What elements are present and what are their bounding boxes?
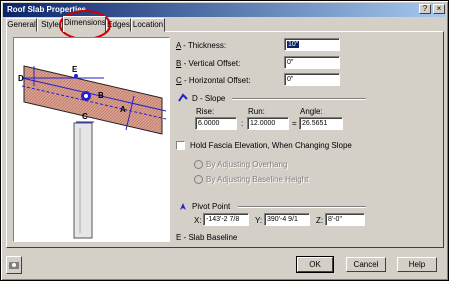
hold-fascia-checkbox[interactable] [176,141,185,150]
pivot-y-value: 390'-4 9/1 [267,216,298,223]
adjust-baseline-radio[interactable] [194,175,203,184]
label-e: E [72,65,78,74]
adjust-overhang-label: By Adjusting Overhang [206,160,288,169]
vertical-offset-label: B - Vertical Offset: [176,59,240,68]
rise-value: 6.0000 [198,120,220,127]
slope-title: D - Slope [192,94,226,103]
style-manager-icon [9,262,19,269]
style-manager-button[interactable] [6,256,22,274]
tab-location-label: Location [132,20,164,29]
pivot-z-value: 8'-0" [328,216,342,223]
angle-label: Angle: [300,107,323,116]
pivot-x-field[interactable]: -143'-2 7/8 [203,213,249,226]
colon-separator: : [241,119,244,128]
slope-separator [232,98,366,100]
angle-value: 26.5651 [302,120,328,127]
tab-general-label: General [7,20,36,29]
horizontal-offset-label: C - Horizontal Offset: [176,76,251,85]
help-title-button[interactable]: ? [419,4,431,14]
label-a: A [120,105,126,114]
slab-baseline-label: E - Slab Baseline [176,233,238,242]
slope-icon [178,93,188,102]
label-c: C [82,112,88,121]
adjust-overhang-radio[interactable] [194,160,203,169]
thickness-field[interactable]: 10" [284,38,340,51]
equals-separator: = [292,119,297,128]
cancel-button[interactable]: Cancel [346,257,386,272]
adjust-baseline-label: By Adjusting Baseline Height [206,175,309,184]
rise-field[interactable]: 6.0000 [195,117,237,130]
label-d: D [18,74,24,83]
close-glyph: × [436,4,442,13]
pivot-y-field[interactable]: 390'-4 9/1 [264,213,310,226]
hold-fascia-label: Hold Fascia Elevation, When Changing Slo… [190,141,352,150]
thickness-label-text: - Thickness: [180,41,227,50]
help-glyph: ? [422,4,428,13]
run-field[interactable]: 12.0000 [247,117,289,130]
pivot-x-value: -143'-2 7/8 [206,216,240,223]
thickness-value: 10" [287,41,300,48]
pivot-z-field[interactable]: 8'-0" [325,213,365,226]
support-column [73,122,93,239]
roof-slab-diagram: D E B A C [18,65,167,239]
tab-location[interactable]: Location [131,18,165,32]
tab-dimensions-label: Dimensions [64,18,106,27]
help-button[interactable]: Help [397,257,437,272]
horizontal-offset-value: 0" [287,76,294,83]
tab-dimensions[interactable]: Dimensions [63,16,106,32]
pivot-separator [238,206,366,208]
tab-general[interactable]: General [6,18,37,32]
pivot-title: Pivot Point [192,202,231,211]
vertical-offset-field[interactable]: 0" [284,56,340,69]
pivot-x-label: X: [194,216,202,225]
pivot-y-label: Y: [255,216,263,225]
help-label: Help [408,260,426,269]
horizontal-offset-field[interactable]: 0" [284,73,340,86]
pivot-marker-center [84,94,88,98]
cancel-label: Cancel [353,260,379,269]
vertical-offset-label-text: - Vertical Offset: [181,59,241,68]
pivot-z-label: Z: [316,216,324,225]
rise-label: Rise: [196,107,215,116]
close-button[interactable]: × [433,4,445,14]
ok-button[interactable]: OK [296,256,334,273]
run-label: Run: [248,107,265,116]
slab-diagram-preview: D E B A C [13,37,170,242]
angle-field[interactable]: 26.5651 [299,117,343,130]
ok-label: OK [309,260,321,269]
pivot-icon [180,203,186,210]
horizontal-offset-label-text: - Horizontal Offset: [181,76,251,85]
vertical-offset-value: 0" [287,59,294,66]
label-b: B [98,91,104,100]
e-point-marker [74,74,78,78]
tab-style-label: Style [41,20,59,29]
run-value: 12.0000 [250,120,276,127]
thickness-label: A - Thickness: [176,41,226,50]
slab-shape [23,65,163,135]
